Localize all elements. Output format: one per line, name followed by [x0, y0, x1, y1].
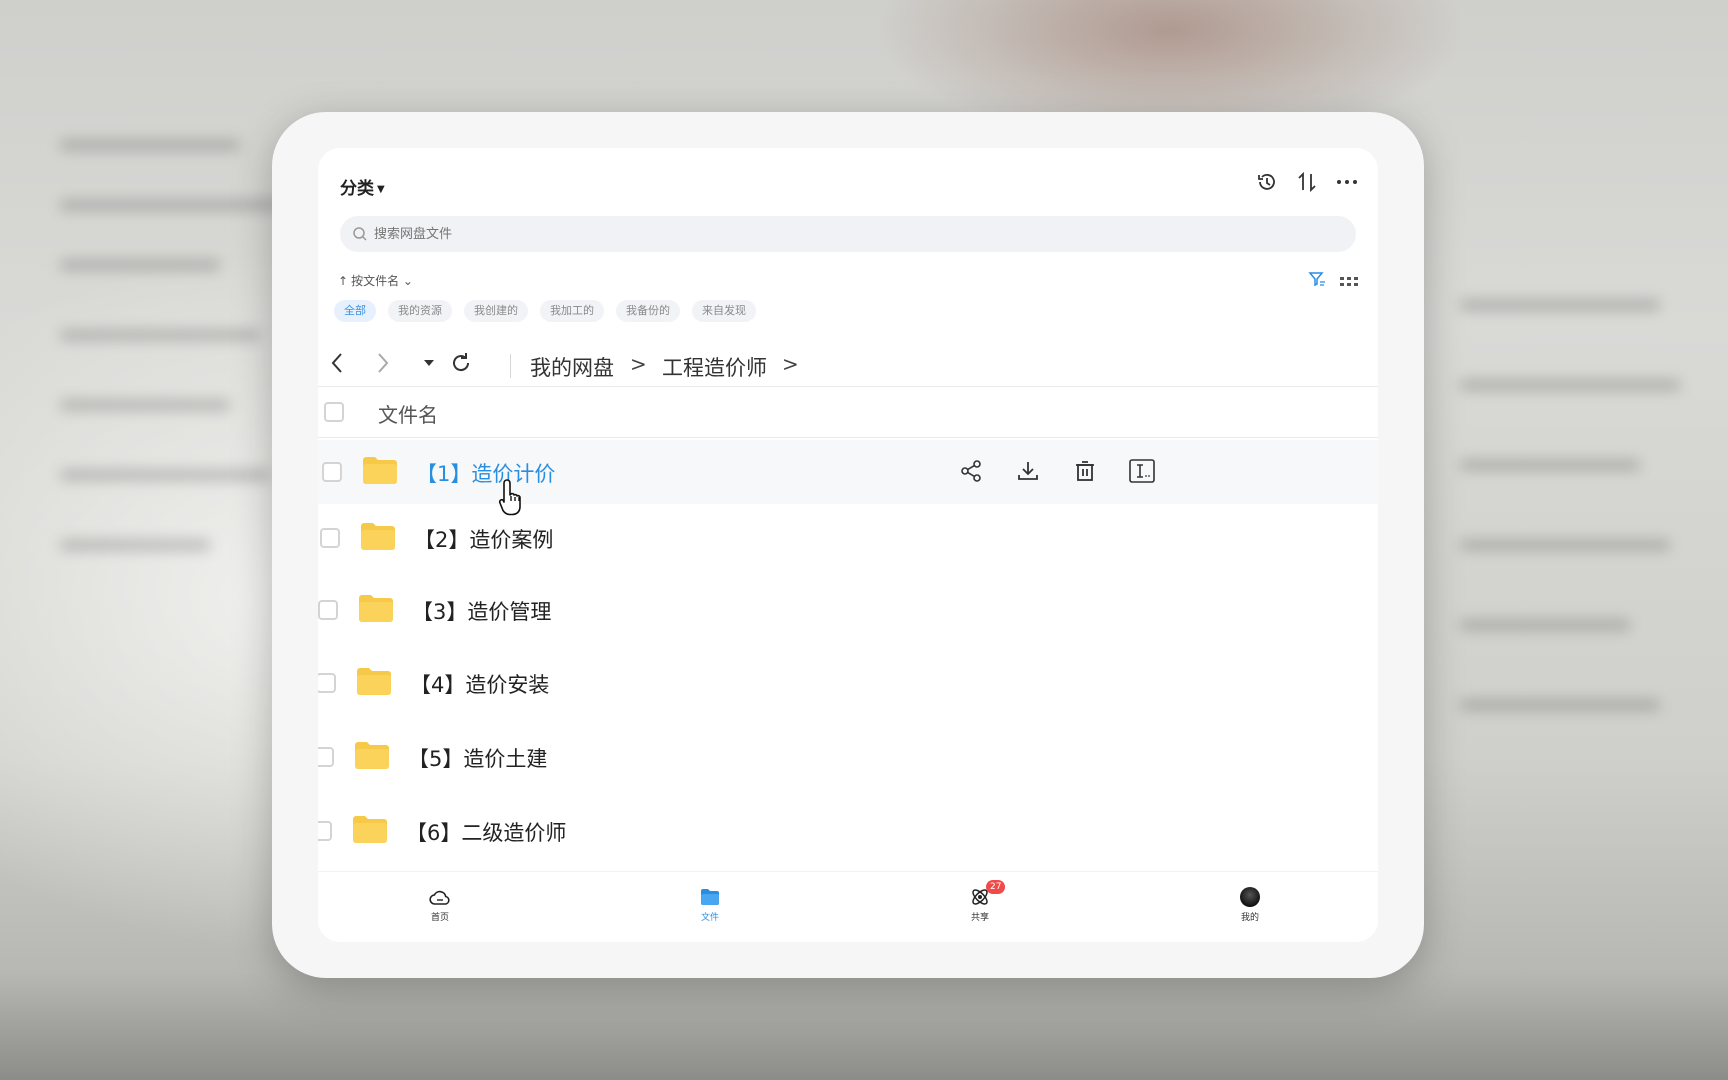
folder-name[interactable]: 【3】造价管理	[412, 596, 551, 626]
table-header: 文件名	[318, 386, 1378, 438]
row-checkbox[interactable]	[320, 528, 340, 548]
chip-from-discover[interactable]: 来自发现	[692, 300, 756, 322]
nav-divider	[510, 354, 511, 378]
share-badge: 27	[986, 880, 1006, 894]
breadcrumb-root[interactable]: 我的网盘	[530, 352, 614, 382]
chip-backed-up[interactable]: 我备份的	[616, 300, 680, 322]
chip-all[interactable]: 全部	[334, 300, 376, 322]
table-row[interactable]: 【3】造价管理	[318, 578, 1378, 642]
filter-chips: 全部 我的资源 我创建的 我加工的 我备份的 来自发现	[334, 300, 756, 322]
folder-icon	[353, 816, 387, 843]
download-icon[interactable]	[1015, 458, 1041, 484]
category-label: 分类	[340, 179, 374, 199]
breadcrumb-current[interactable]: 工程造价师	[662, 352, 767, 382]
breadcrumb-separator: >	[630, 352, 647, 376]
delete-icon[interactable]	[1072, 458, 1098, 484]
folder-name[interactable]: 【4】造价安装	[410, 669, 549, 699]
table-row[interactable]: 【1】造价计价	[318, 440, 1378, 516]
bottom-tab-bar: 首页 文件 27 共享 我的	[318, 871, 1378, 942]
folder-icon	[361, 523, 395, 550]
folder-tab-icon	[680, 886, 740, 908]
rename-icon[interactable]	[1129, 458, 1155, 484]
table-row[interactable]: 【2】造价案例	[318, 506, 1378, 570]
grid-view-icon[interactable]	[1340, 272, 1358, 286]
tab-me-label: 我的	[1240, 913, 1259, 923]
refresh-icon[interactable]	[448, 350, 474, 376]
chip-created[interactable]: 我创建的	[464, 300, 528, 322]
breadcrumb-trailing: >	[782, 352, 799, 376]
forward-icon[interactable]	[370, 350, 396, 376]
more-icon[interactable]	[1336, 170, 1358, 194]
row-checkbox[interactable]	[318, 821, 332, 841]
sort-icon[interactable]	[1296, 170, 1318, 194]
table-row[interactable]: 【4】造价安装	[318, 651, 1378, 715]
sort-up-arrow-icon: ↑	[338, 274, 349, 288]
folder-name[interactable]: 【2】造价案例	[414, 524, 553, 554]
tab-share[interactable]: 27 共享	[950, 880, 1010, 923]
share-icon[interactable]	[958, 458, 984, 484]
column-header-filename: 文件名	[378, 403, 438, 427]
chip-my-resources[interactable]: 我的资源	[388, 300, 452, 322]
table-row[interactable]: 【5】造价土建	[318, 725, 1378, 789]
filter-icon[interactable]	[1308, 270, 1326, 288]
top-bar: 分类 ▼	[318, 148, 1378, 224]
folder-icon	[357, 668, 391, 695]
avatar	[1240, 887, 1260, 907]
folder-name[interactable]: 【5】造价土建	[408, 743, 547, 773]
tab-me[interactable]: 我的	[1220, 886, 1280, 923]
folder-icon	[363, 457, 397, 484]
app-screen: 分类▼ ↑按文件名 ⌄	[318, 148, 1378, 942]
folder-name[interactable]: 【6】二级造价师	[406, 817, 566, 847]
search-bar[interactable]	[340, 216, 1356, 252]
cloud-home-icon	[410, 886, 470, 908]
history-icon[interactable]	[1256, 170, 1278, 194]
sort-label: 按文件名	[351, 274, 400, 288]
tab-share-label: 共享	[970, 913, 989, 923]
tab-files-label: 文件	[700, 913, 719, 923]
share-tab-icon: 27	[950, 880, 1010, 908]
folder-icon	[359, 595, 393, 622]
row-checkbox[interactable]	[318, 673, 336, 693]
chip-processed[interactable]: 我加工的	[540, 300, 604, 322]
category-dropdown[interactable]: 分类 ▼	[340, 174, 385, 199]
top-actions	[1256, 170, 1358, 194]
folder-name[interactable]: 【1】造价计价	[416, 458, 555, 488]
select-all-checkbox[interactable]	[324, 402, 344, 422]
tab-files[interactable]: 文件	[680, 886, 740, 923]
back-icon[interactable]	[324, 350, 350, 376]
row-checkbox[interactable]	[318, 747, 334, 767]
row-actions	[958, 458, 1155, 484]
history-dropdown-icon[interactable]	[416, 350, 442, 376]
tablet-frame: 分类▼ ↑按文件名 ⌄	[272, 112, 1424, 978]
row-checkbox[interactable]	[318, 600, 338, 620]
sort-by-filename[interactable]: ↑ 按文件名 ⌄	[338, 272, 413, 289]
row-checkbox[interactable]	[322, 462, 342, 482]
chevron-down-icon: ⌄	[402, 274, 413, 288]
search-icon	[352, 226, 368, 242]
navigation-row: 我的网盘 > 工程造价师 >	[318, 342, 1378, 386]
table-row[interactable]: 【6】二级造价师	[318, 799, 1378, 863]
caret-down-icon: ▼	[377, 183, 385, 195]
folder-icon	[355, 742, 389, 769]
tab-home[interactable]: 首页	[410, 886, 470, 923]
search-input[interactable]	[372, 225, 1276, 243]
tab-home-label: 首页	[430, 913, 449, 923]
